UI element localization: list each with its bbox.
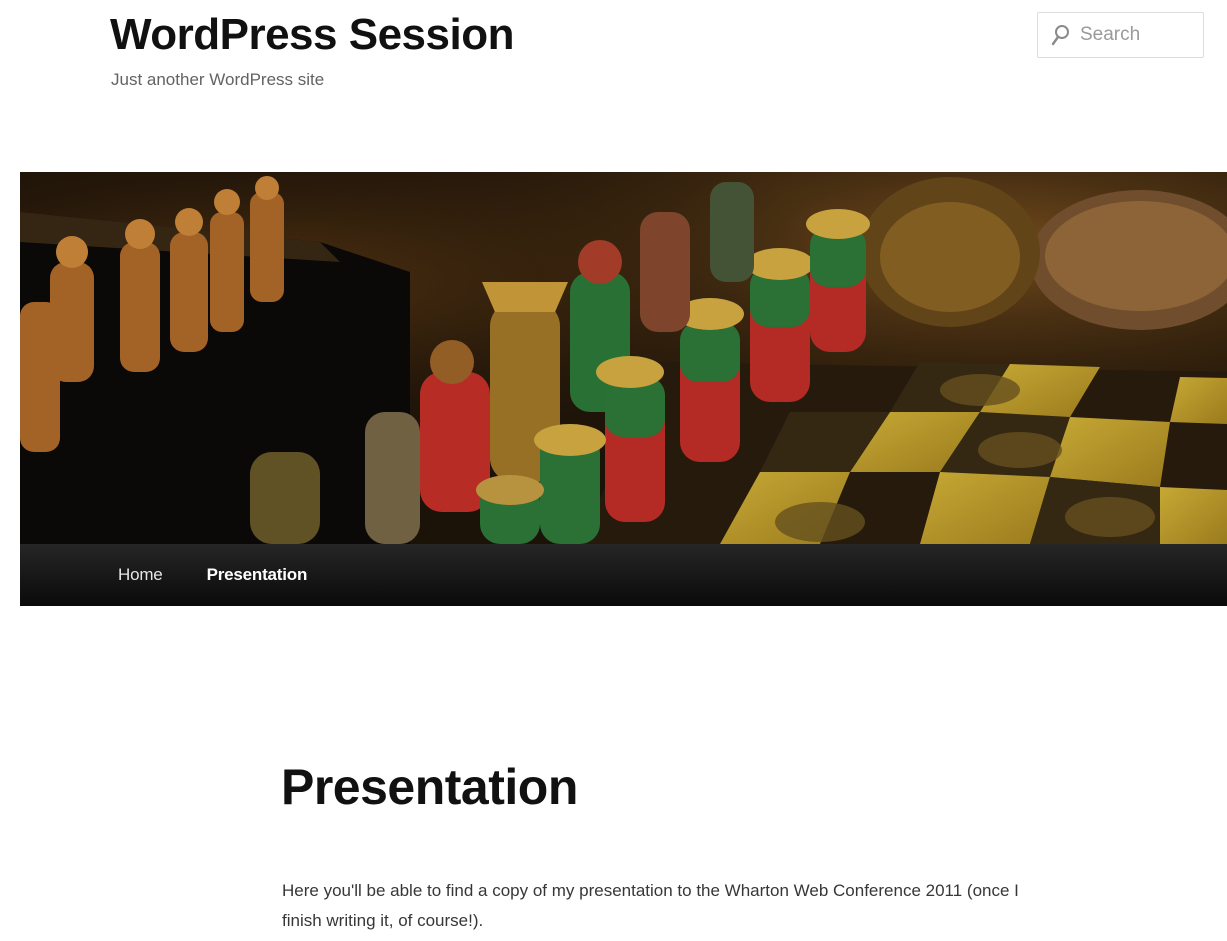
header-banner-image [20,172,1227,544]
site-title[interactable]: WordPress Session [110,10,514,60]
search-icon [1051,24,1071,46]
page: WordPress Session Just another WordPress… [0,0,1227,941]
site-description: Just another WordPress site [111,70,325,89]
entry-content: Here you'll be able to find a copy of my… [282,881,1019,930]
page-title: Presentation [281,759,578,815]
search-box[interactable] [1037,12,1204,58]
nav-item-presentation[interactable]: Presentation [207,565,308,585]
nav-item-home[interactable]: Home [118,565,163,585]
main-navigation: Home Presentation [20,544,1227,606]
search-input[interactable] [1080,24,1190,46]
